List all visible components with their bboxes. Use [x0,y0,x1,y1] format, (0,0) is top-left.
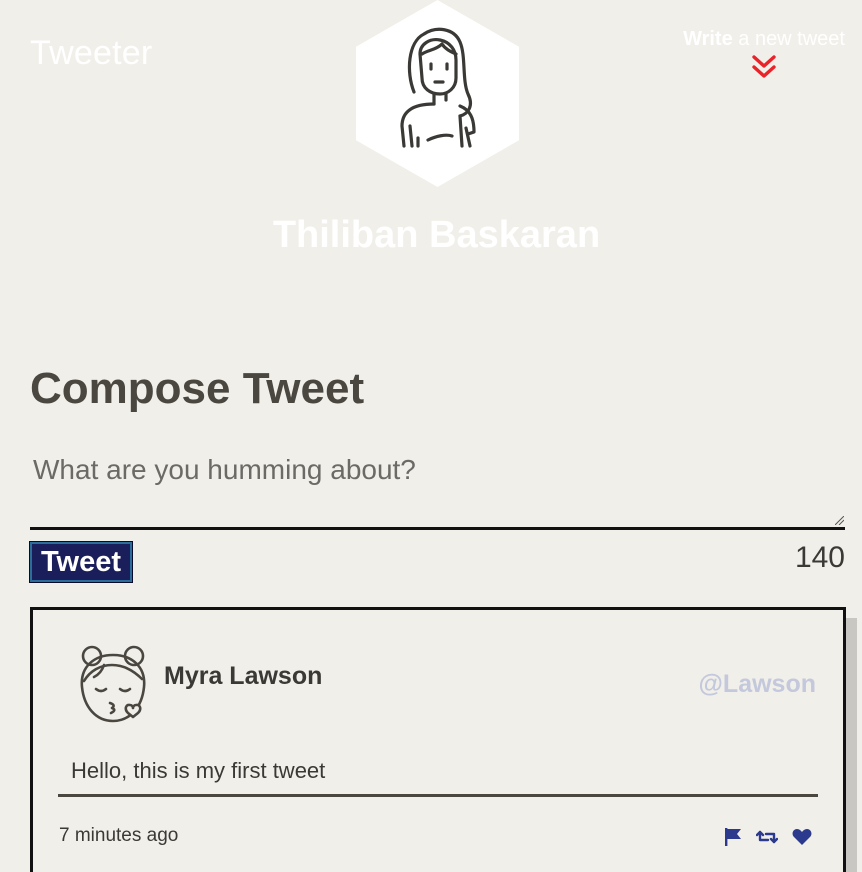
compose-title: Compose Tweet [30,364,365,413]
write-bold-text: Write [683,28,733,50]
compose-area [30,446,845,530]
double-chevron-down-icon[interactable] [751,54,777,80]
tweet-text: Hello, this is my first tweet [71,758,326,783]
kissing-girl-avatar-icon [80,645,146,723]
brand-logo[interactable]: Tweeter [30,34,152,73]
tweet-divider [58,794,818,797]
profile-name: Thiliban Baskaran [272,214,601,256]
page: Tweeter Write a new tweet Thiliban Baska… [0,0,862,872]
retweet-icon[interactable] [755,828,779,851]
write-new-tweet-label: Write a new tweet [683,28,845,50]
tweet-timestamp: 7 minutes ago [59,825,179,846]
resize-grip-icon[interactable] [835,516,844,525]
tweet-author-name: Myra Lawson [164,662,323,690]
write-new-tweet-link[interactable]: Write a new tweet [683,28,845,80]
tweet-card: Myra Lawson @Lawson Hello, this is my fi… [30,607,846,872]
tweet-button[interactable]: Tweet [29,541,133,583]
write-rest-text: a new tweet [732,28,845,50]
compose-tweet-input[interactable] [30,446,845,527]
heart-icon[interactable] [792,828,812,851]
flag-icon[interactable] [724,827,742,852]
profile-avatar [356,0,519,187]
tweet-actions [724,827,812,852]
tweet-author-handle[interactable]: @Lawson [699,670,816,699]
character-counter: 140 [794,541,845,574]
